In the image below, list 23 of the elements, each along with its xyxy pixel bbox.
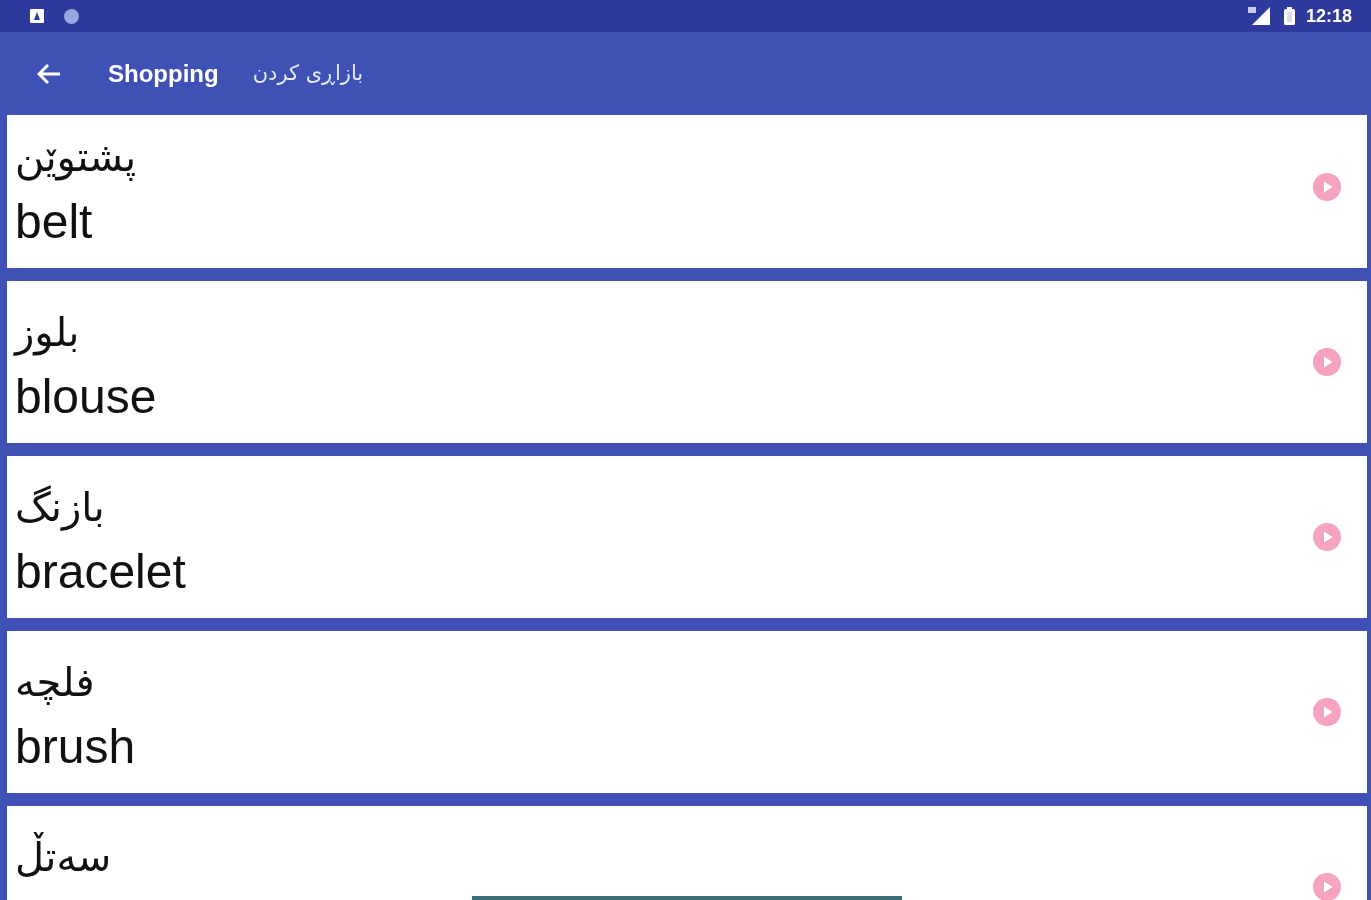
- play-icon[interactable]: [1313, 873, 1341, 900]
- notification-icon: [30, 9, 44, 23]
- english-word: brush: [15, 719, 136, 775]
- kurdish-word: بلوز: [15, 308, 80, 358]
- kurdish-word: سەتڵ: [15, 831, 112, 882]
- kurdish-word: پشتوێن: [15, 133, 137, 183]
- play-icon[interactable]: [1313, 523, 1341, 551]
- english-word: blouse: [15, 369, 157, 425]
- play-icon[interactable]: [1313, 173, 1341, 201]
- english-word: bracelet: [15, 544, 186, 600]
- screen-subtitle: بازاڕی کردن: [252, 59, 364, 87]
- kurdish-word: فلچە: [15, 658, 95, 707]
- signal-icon: [1247, 7, 1270, 25]
- screen-title: Shopping: [108, 58, 219, 89]
- back-arrow-icon: [37, 62, 61, 85]
- status-time: 12:18: [1305, 7, 1352, 25]
- english-word: belt: [15, 194, 93, 250]
- kurdish-word: بازنگ: [15, 483, 105, 533]
- battery-icon: [1283, 7, 1295, 25]
- circle-icon: [64, 8, 79, 24]
- play-icon[interactable]: [1313, 698, 1341, 726]
- word-card[interactable]: سەتڵ: [7, 806, 1367, 900]
- play-icon[interactable]: [1313, 348, 1341, 376]
